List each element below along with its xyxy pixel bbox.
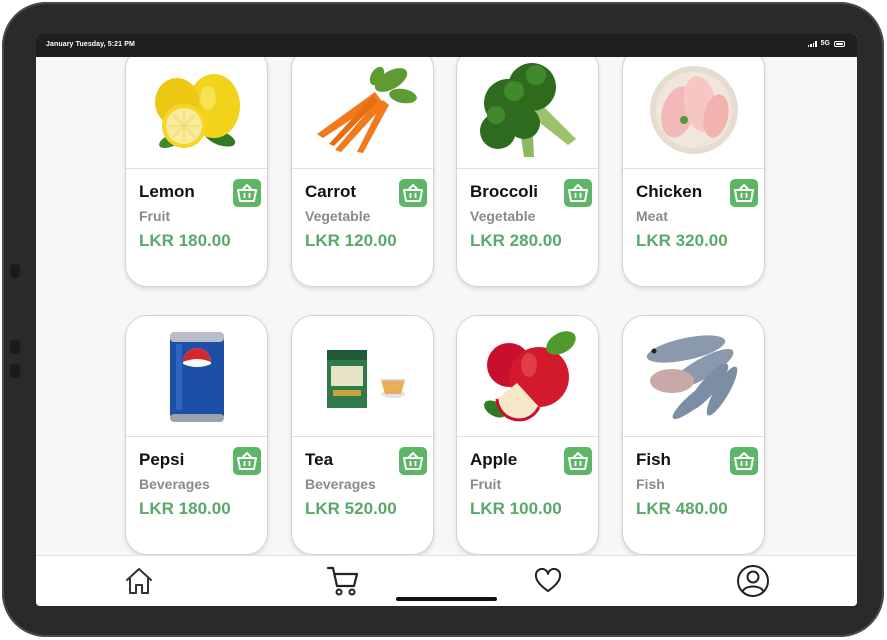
product-name: Fish [636, 450, 671, 469]
product-category: Vegetable [305, 208, 371, 224]
card-divider [292, 168, 433, 169]
product-card[interactable]: Chicken Meat LKR 320.00 [622, 57, 765, 287]
pepsi-can-image [126, 316, 267, 436]
shopping-bag-icon [403, 452, 423, 470]
side-button [10, 264, 20, 278]
product-card[interactable]: Carrot Vegetable LKR 120.00 [291, 57, 434, 287]
card-divider [623, 436, 764, 437]
battery-icon [834, 40, 845, 47]
carrot-image [292, 57, 433, 168]
card-divider [623, 168, 764, 169]
nav-profile[interactable] [736, 564, 770, 598]
status-bar: January Tuesday, 5:21 PM 5G [36, 34, 857, 57]
home-indicator[interactable] [396, 597, 497, 601]
product-card[interactable]: Broccoli Vegetable LKR 280.00 [456, 57, 599, 287]
chicken-image [623, 57, 764, 168]
product-name: Chicken [636, 182, 703, 201]
side-button [10, 364, 20, 378]
app-screen: January Tuesday, 5:21 PM 5G Lemon Fruit … [36, 34, 857, 606]
fish-image [623, 316, 764, 436]
add-to-bag-button[interactable] [399, 179, 427, 207]
network-label: 5G [820, 40, 830, 47]
product-price: LKR 520.00 [305, 499, 397, 518]
card-divider [457, 168, 598, 169]
product-grid: Lemon Fruit LKR 180.00 Carrot Vegetable … [36, 57, 857, 555]
product-price: LKR 120.00 [305, 231, 397, 250]
card-divider [457, 436, 598, 437]
add-to-bag-button[interactable] [564, 447, 592, 475]
product-category: Beverages [139, 476, 210, 492]
nav-favorites[interactable] [531, 564, 565, 598]
apple-image [457, 316, 598, 436]
shopping-bag-icon [568, 184, 588, 202]
tea-box-image [292, 316, 433, 436]
add-to-bag-button[interactable] [233, 179, 261, 207]
product-price: LKR 180.00 [139, 231, 231, 250]
add-to-bag-button[interactable] [730, 179, 758, 207]
product-price: LKR 100.00 [470, 499, 562, 518]
product-price: LKR 480.00 [636, 499, 728, 518]
product-category: Beverages [305, 476, 376, 492]
product-card[interactable]: Pepsi Beverages LKR 180.00 [125, 315, 268, 555]
shopping-bag-icon [403, 184, 423, 202]
product-card[interactable]: Apple Fruit LKR 100.00 [456, 315, 599, 555]
card-divider [126, 168, 267, 169]
product-name: Lemon [139, 182, 195, 201]
lemon-image [126, 57, 267, 168]
nav-home[interactable] [122, 564, 156, 598]
product-category: Fish [636, 476, 665, 492]
product-category: Fruit [470, 476, 502, 492]
card-divider [292, 436, 433, 437]
shopping-bag-icon [734, 184, 754, 202]
product-price: LKR 180.00 [139, 499, 231, 518]
card-divider [126, 436, 267, 437]
product-category: Meat [636, 208, 668, 224]
product-price: LKR 320.00 [636, 231, 728, 250]
cart-icon [326, 566, 359, 596]
shopping-bag-icon [568, 452, 588, 470]
add-to-bag-button[interactable] [399, 447, 427, 475]
product-name: Broccoli [470, 182, 539, 201]
home-icon [126, 568, 152, 594]
product-name: Carrot [305, 182, 357, 201]
add-to-bag-button[interactable] [564, 179, 592, 207]
status-indicators: 5G [807, 40, 845, 47]
signal-icon [807, 40, 817, 47]
profile-icon [737, 565, 769, 597]
shopping-bag-icon [237, 184, 257, 202]
product-name: Pepsi [139, 450, 185, 469]
product-name: Tea [305, 450, 334, 469]
product-card[interactable]: Lemon Fruit LKR 180.00 [125, 57, 268, 287]
product-card[interactable]: Tea Beverages LKR 520.00 [291, 315, 434, 555]
add-to-bag-button[interactable] [730, 447, 758, 475]
broccoli-image [457, 57, 598, 168]
nav-cart[interactable] [326, 564, 360, 598]
product-category: Fruit [139, 208, 171, 224]
product-price: LKR 280.00 [470, 231, 562, 250]
product-card[interactable]: Fish Fish LKR 480.00 [622, 315, 765, 555]
add-to-bag-button[interactable] [233, 447, 261, 475]
side-button [10, 340, 20, 354]
status-time: January Tuesday, 5:21 PM [46, 41, 135, 48]
product-name: Apple [470, 450, 518, 469]
heart-icon [534, 568, 562, 592]
shopping-bag-icon [237, 452, 257, 470]
product-category: Vegetable [470, 208, 536, 224]
shopping-bag-icon [734, 452, 754, 470]
